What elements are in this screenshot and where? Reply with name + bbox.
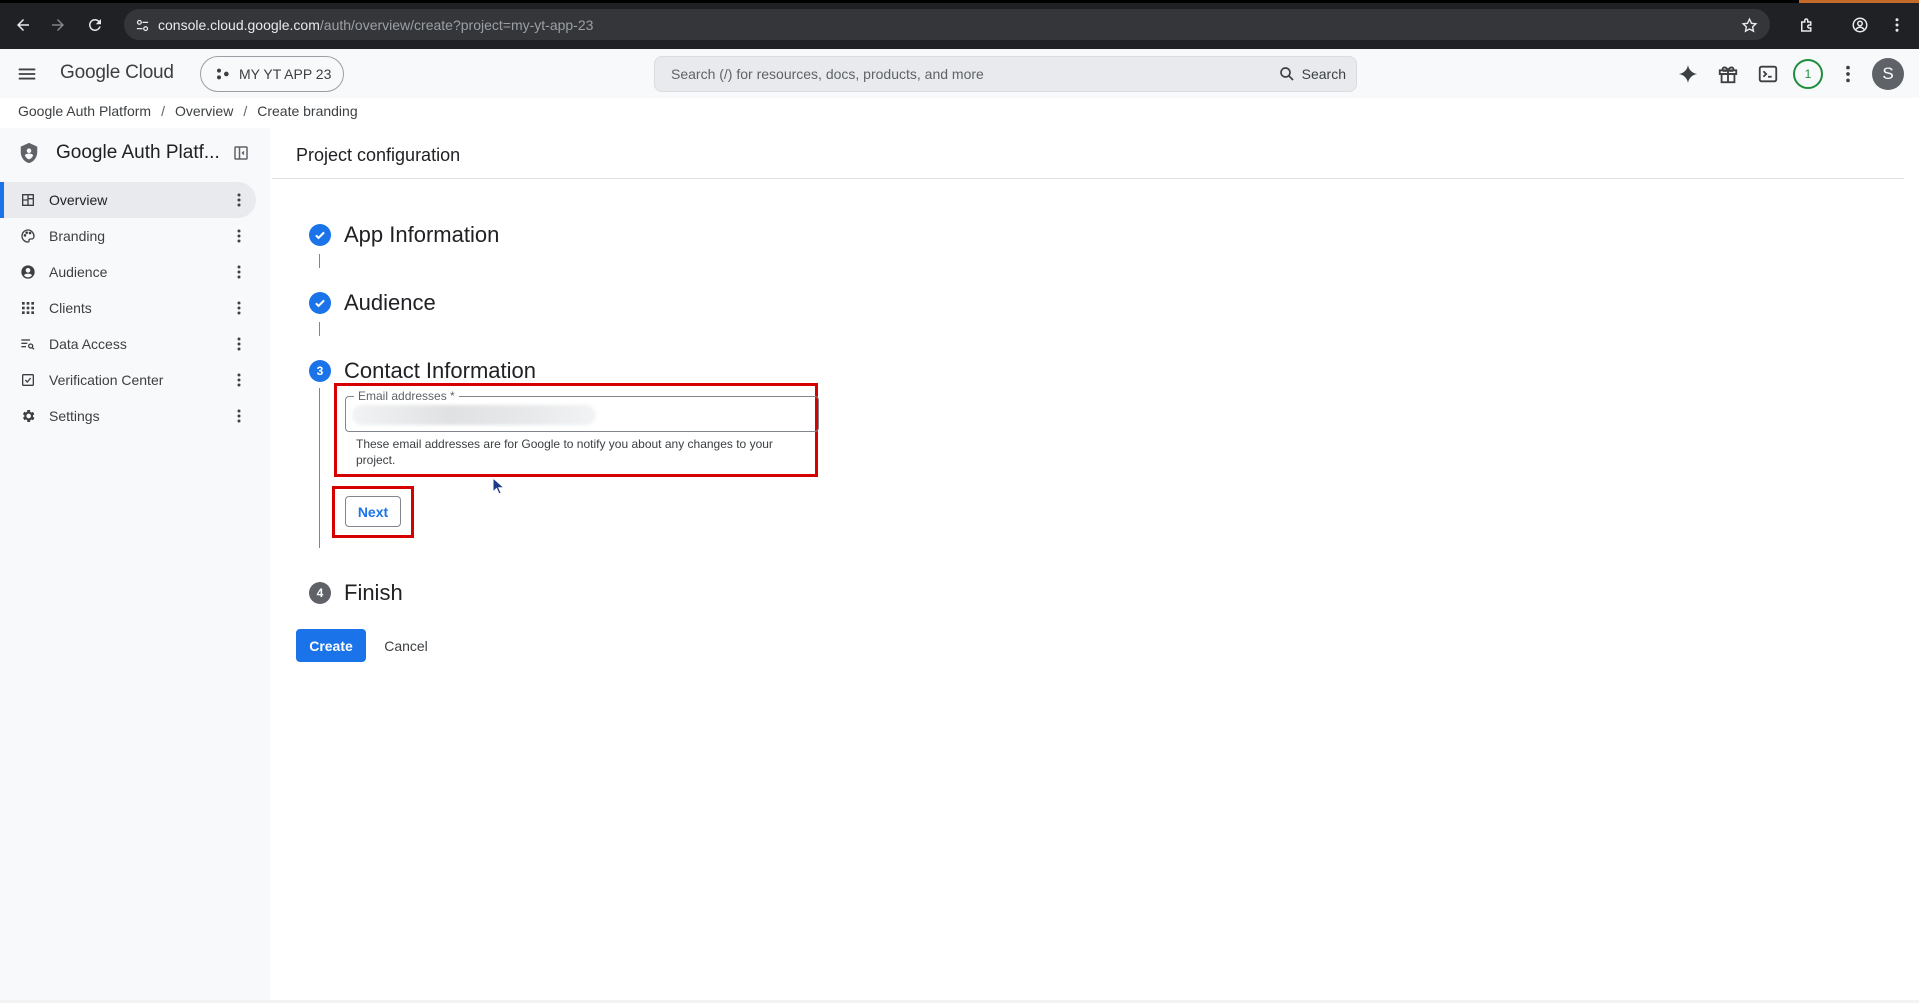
breadcrumb: Google Auth Platform / Overview / Create… [18,103,358,119]
search-button-label: Search [1301,66,1346,82]
sidebar-item-label: Clients [49,300,92,316]
profile-icon[interactable] [1847,12,1873,38]
url-text[interactable]: console.cloud.google.com/auth/overview/c… [158,17,593,33]
step-3-number: 3 [309,360,331,382]
product-header: Google Auth Platf... [18,138,258,168]
sidebar-item-label: Verification Center [49,372,164,388]
step-connector [319,388,320,548]
project-picker-button[interactable]: MY YT APP 23 [200,56,344,92]
account-circle-icon [21,265,35,279]
email-helper-text: These email addresses are for Google to … [356,437,773,467]
browser-toolbar: console.cloud.google.com/auth/overview/c… [0,0,1919,49]
breadcrumb-overview[interactable]: Overview [175,103,233,119]
sidebar-item-overview[interactable]: Overview [0,182,256,218]
project-name: MY YT APP 23 [239,66,332,82]
data-access-icon [21,339,35,350]
search-input[interactable] [671,57,1271,91]
url-path: /auth/overview/create?project=my-yt-app-… [319,17,594,33]
page-title: Project configuration [296,145,461,165]
kebab-menu-icon[interactable] [230,335,248,353]
kebab-menu-icon[interactable] [230,227,248,245]
redacted-email-value [352,405,596,425]
search-button[interactable]: Search [1278,64,1346,84]
title-divider [272,178,1904,179]
kebab-menu-icon[interactable] [230,299,248,317]
cancel-button[interactable]: Cancel [376,629,436,662]
sidebar-item-label: Audience [49,264,108,280]
kebab-menu-icon[interactable] [230,371,248,389]
gear-icon [22,410,35,422]
product-title: Google Auth Platf... [56,142,220,163]
user-avatar[interactable]: S [1872,58,1904,90]
address-bar[interactable]: console.cloud.google.com/auth/overview/c… [124,9,1770,40]
step-3-title[interactable]: Contact Information [344,358,536,384]
step-1-check-icon [309,224,331,246]
dashboard-icon [22,194,34,206]
active-tab-accent [1799,0,1919,3]
url-host: console.cloud.google.com [158,17,320,33]
sidebar-item-audience[interactable]: Audience [0,254,256,290]
extensions-icon[interactable] [1794,12,1820,38]
next-button[interactable]: Next [345,496,401,527]
search-icon [1279,67,1294,81]
step-connector [319,254,320,268]
more-options-icon[interactable] [1835,61,1861,87]
notification-count-badge[interactable]: 1 [1793,59,1823,89]
project-hub-icon [217,68,229,80]
email-field[interactable]: Email addresses * [345,389,819,432]
reload-icon[interactable] [82,12,108,38]
sidebar-item-label: Settings [49,408,100,424]
main-panel: Project configuration App Information Au… [272,130,1904,1003]
site-info-icon[interactable] [132,15,152,35]
console-search[interactable]: Search [654,56,1357,92]
step-4-number: 4 [309,582,331,604]
palette-icon [21,229,35,243]
create-button[interactable]: Create [296,629,366,662]
collapse-sidebar-icon[interactable] [232,144,250,162]
sidebar-item-branding[interactable]: Branding [0,218,256,254]
google-cloud-logo[interactable]: Google Cloud [60,62,174,84]
apps-grid-icon [22,302,34,314]
shield-icon [20,142,38,164]
mouse-cursor-icon [492,477,506,495]
breadcrumb-create-branding: Create branding [257,103,358,119]
kebab-menu-icon[interactable] [230,263,248,281]
step-2-check-icon [309,292,331,314]
breadcrumb-separator: / [161,103,165,119]
forward-arrow-icon[interactable] [45,12,71,38]
sidebar-item-settings[interactable]: Settings [0,398,256,434]
breadcrumb-separator: / [243,103,248,119]
step-connector [319,322,320,336]
step-1-title[interactable]: App Information [344,222,499,248]
step-4-title[interactable]: Finish [344,580,403,606]
cloud-shell-terminal-icon[interactable] [1755,61,1781,87]
sidebar-item-verification-center[interactable]: Verification Center [0,362,256,398]
breadcrumb-auth-platform[interactable]: Google Auth Platform [18,103,151,119]
gemini-sparkle-icon[interactable] [1675,61,1701,87]
step-2-title[interactable]: Audience [344,290,436,316]
gift-icon[interactable] [1715,61,1741,87]
sidebar-item-label: Data Access [49,336,127,352]
back-arrow-icon[interactable] [10,12,36,38]
browser-tab-strip [0,0,1919,3]
sidebar: Google Auth Platf... Overview Branding A… [0,128,270,1003]
verification-icon [22,374,34,386]
console-header: Google Cloud MY YT APP 23 Search 1 S [0,49,1919,98]
browser-menu-icon[interactable] [1884,12,1910,38]
kebab-menu-icon[interactable] [230,191,248,209]
sidebar-item-data-access[interactable]: Data Access [0,326,256,362]
kebab-menu-icon[interactable] [230,407,248,425]
sidebar-item-label: Branding [49,228,106,244]
hamburger-menu-icon[interactable] [14,62,40,86]
sidebar-item-clients[interactable]: Clients [0,290,256,326]
email-field-label: Email addresses * [354,389,459,403]
bookmark-star-icon[interactable] [1738,14,1760,36]
sidebar-item-label: Overview [49,192,108,208]
